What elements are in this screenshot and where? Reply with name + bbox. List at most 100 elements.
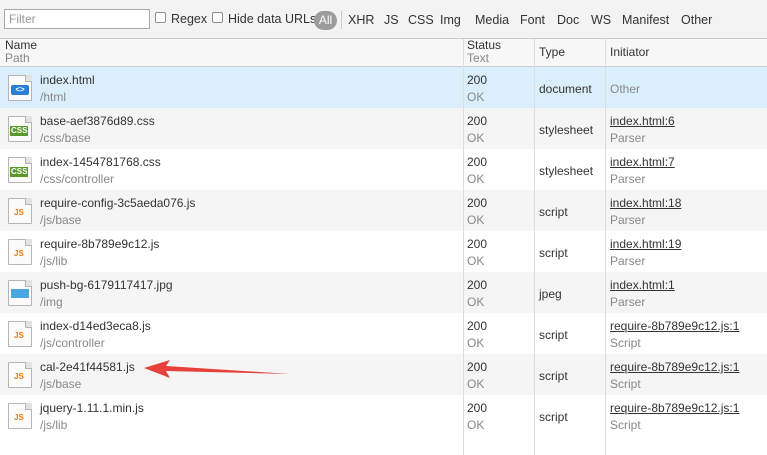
toolbar-divider: [341, 11, 342, 29]
initiator-type: Script: [610, 377, 641, 391]
header-initiator[interactable]: Initiator: [610, 46, 649, 59]
resource-type: stylesheet: [539, 123, 594, 137]
status-code: 200: [467, 401, 488, 415]
status-text: OK: [467, 213, 485, 227]
initiator-link[interactable]: index.html:19: [610, 237, 681, 251]
filter-manifest-button[interactable]: Manifest: [622, 13, 669, 27]
table-row[interactable]: JS cal-2e41f44581.js/js/base 200 OK script re…: [0, 354, 767, 395]
filter-media-button[interactable]: Media: [475, 13, 509, 27]
request-name[interactable]: index.html: [40, 73, 95, 87]
filter-css-button[interactable]: CSS: [408, 13, 434, 27]
filter-xhr-button[interactable]: XHR: [348, 13, 374, 27]
initiator-link[interactable]: require-8b789e9c12.js:1: [610, 319, 739, 333]
request-name[interactable]: require-8b789e9c12.js: [40, 237, 159, 251]
table-row[interactable]: <> index.html/html 200 OK document Other: [0, 67, 767, 108]
initiator-link[interactable]: index.html:7: [610, 155, 675, 169]
js-file-icon: JS: [8, 362, 32, 388]
css-file-icon: CSS: [8, 157, 32, 183]
request-name[interactable]: index-1454781768.css: [40, 155, 161, 169]
header-type[interactable]: Type: [539, 46, 565, 59]
table-row[interactable]: JS require-config-3c5aeda076.js/js/base 20…: [0, 190, 767, 231]
request-path: /css/controller: [40, 172, 115, 186]
filter-other-button[interactable]: Other: [681, 13, 712, 27]
hide-data-urls-checkbox[interactable]: [212, 12, 223, 23]
request-path: /js/lib: [40, 254, 68, 268]
filter-font-button[interactable]: Font: [520, 13, 545, 27]
filter-doc-button[interactable]: Doc: [557, 13, 579, 27]
request-name[interactable]: require-config-3c5aeda076.js: [40, 196, 195, 210]
initiator-type: Parser: [610, 131, 646, 145]
table-row[interactable]: JS jquery-1.11.1.min.js/js/lib 200 OK script…: [0, 395, 767, 436]
status-text: OK: [467, 172, 485, 186]
request-name[interactable]: jquery-1.11.1.min.js: [40, 401, 144, 415]
regex-label: Regex: [171, 12, 208, 26]
status-code: 200: [467, 73, 488, 87]
status-code: 200: [467, 196, 488, 210]
status-code: 200: [467, 114, 488, 128]
header-text[interactable]: Text: [467, 52, 489, 65]
column-divider: [605, 39, 606, 455]
initiator-link[interactable]: index.html:1: [610, 278, 675, 292]
resource-type: jpeg: [539, 287, 562, 301]
js-file-icon: JS: [8, 321, 32, 347]
initiator-link[interactable]: index.html:18: [610, 196, 681, 210]
initiator-type: Parser: [610, 254, 646, 268]
js-file-icon: JS: [8, 403, 32, 429]
initiator-type: Parser: [610, 213, 646, 227]
filter-input[interactable]: [4, 9, 150, 29]
filter-img-button[interactable]: Img: [440, 13, 461, 27]
table-row[interactable]: push-bg-6179117417.jpg/img 200 OK jpeg index…: [0, 272, 767, 313]
request-name[interactable]: cal-2e41f44581.js: [40, 360, 135, 374]
status-code: 200: [467, 278, 488, 292]
js-file-icon: JS: [8, 239, 32, 265]
initiator-link[interactable]: require-8b789e9c12.js:1: [610, 360, 739, 374]
table-row[interactable]: JS require-8b789e9c12.js/js/lib 200 OK scrip…: [0, 231, 767, 272]
initiator-link[interactable]: require-8b789e9c12.js:1: [610, 401, 739, 415]
network-filter-toolbar: Regex Hide data URLs All XHR JS CSS Img …: [0, 0, 767, 39]
initiator-type: Parser: [610, 172, 646, 186]
status-code: 200: [467, 360, 488, 374]
filter-ws-button[interactable]: WS: [591, 13, 611, 27]
resource-type: script: [539, 328, 568, 342]
regex-checkbox[interactable]: [155, 12, 166, 23]
resource-type: script: [539, 369, 568, 383]
image-file-icon: [8, 280, 32, 306]
table-row[interactable]: JS index-d14ed3eca8.js/js/controller 200 OK…: [0, 313, 767, 354]
filter-all-button[interactable]: All: [314, 11, 337, 30]
request-path: /js/lib: [40, 418, 68, 432]
status-text: OK: [467, 418, 485, 432]
status-code: 200: [467, 319, 488, 333]
request-name[interactable]: index-d14ed3eca8.js: [40, 319, 151, 333]
hide-data-urls-label: Hide data URLs: [228, 12, 317, 26]
column-divider: [463, 39, 464, 455]
request-path: /html: [40, 90, 67, 104]
status-text: OK: [467, 295, 485, 309]
request-path: /css/base: [40, 131, 91, 145]
css-file-icon: CSS: [8, 116, 32, 142]
resource-type: script: [539, 410, 568, 424]
request-name[interactable]: push-bg-6179117417.jpg: [40, 278, 173, 292]
annotation-arrow: [144, 360, 290, 378]
column-divider: [534, 39, 535, 455]
header-path[interactable]: Path: [5, 52, 30, 65]
js-file-icon: JS: [8, 198, 32, 224]
resource-type: document: [539, 82, 592, 96]
request-path: /js/base: [40, 213, 82, 227]
status-code: 200: [467, 155, 488, 169]
table-row[interactable]: CSS index-1454781768.css/css/controller 20…: [0, 149, 767, 190]
status-text: OK: [467, 336, 485, 350]
request-name[interactable]: base-aef3876d89.css: [40, 114, 155, 128]
network-table-header: Name Path Status Text Type Initiator: [0, 39, 767, 67]
initiator-type: Parser: [610, 295, 646, 309]
request-path: /img: [40, 295, 63, 309]
html-file-icon: <>: [8, 75, 32, 101]
table-row[interactable]: CSS base-aef3876d89.css/css/base 200 OK styl…: [0, 108, 767, 149]
status-text: OK: [467, 254, 485, 268]
resource-type: script: [539, 205, 568, 219]
initiator-link[interactable]: index.html:6: [610, 114, 675, 128]
status-text: OK: [467, 131, 485, 145]
initiator-type: Other: [610, 82, 641, 96]
status-text: OK: [467, 90, 485, 104]
filter-js-button[interactable]: JS: [384, 13, 399, 27]
resource-type: stylesheet: [539, 164, 594, 178]
